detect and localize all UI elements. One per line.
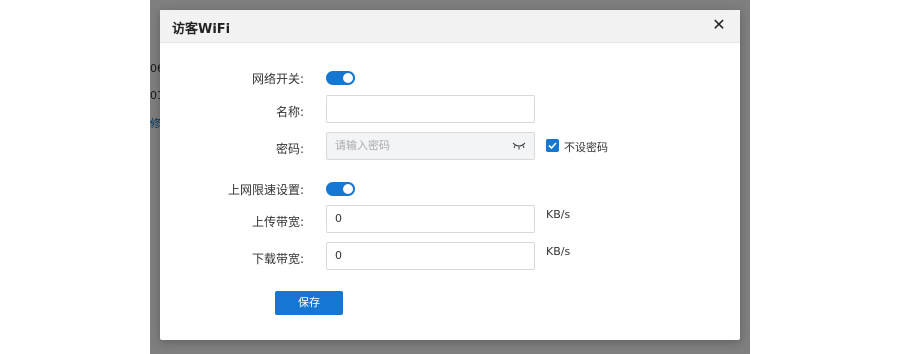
dialog-title: 访客WiFi	[172, 22, 231, 37]
dialog-header: 访客WiFi ✕	[160, 10, 740, 43]
no-password-checkbox[interactable]	[546, 139, 559, 152]
password-input[interactable]: 请输入密码	[326, 132, 535, 160]
guest-wifi-dialog: 访客WiFi ✕ 网络开关: 名称: 密码: 请输入密码 不设密码 上网限速设置…	[160, 10, 740, 340]
toggle-knob	[343, 184, 353, 194]
no-password-label: 不设密码	[564, 141, 608, 154]
network-switch-toggle[interactable]	[326, 71, 355, 85]
download-input[interactable]: 0	[326, 242, 535, 270]
upload-label: 上传带宽:	[251, 215, 304, 229]
upload-row: 上传带宽: 0 KB/s	[160, 205, 740, 235]
close-icon[interactable]: ✕	[708, 14, 730, 36]
name-input[interactable]	[326, 95, 535, 123]
network-switch-row: 网络开关:	[160, 63, 740, 93]
download-unit: KB/s	[546, 245, 571, 258]
checkmark-icon	[548, 142, 557, 150]
password-label: 密码:	[275, 142, 304, 156]
name-row: 名称:	[160, 95, 740, 125]
toggle-knob	[343, 73, 353, 83]
rate-limit-toggle[interactable]	[326, 182, 355, 196]
download-label: 下载带宽:	[251, 252, 304, 266]
upload-unit: KB/s	[546, 208, 571, 221]
save-button[interactable]: 保存	[275, 291, 343, 315]
network-switch-label: 网络开关:	[251, 72, 304, 86]
upload-input[interactable]: 0	[326, 205, 535, 233]
rate-limit-row: 上网限速设置:	[160, 174, 740, 204]
download-row: 下载带宽: 0 KB/s	[160, 242, 740, 272]
eye-closed-icon[interactable]	[512, 142, 526, 150]
name-label: 名称:	[275, 105, 304, 119]
password-row: 密码: 请输入密码 不设密码	[160, 132, 740, 162]
rate-limit-label: 上网限速设置:	[227, 183, 304, 197]
